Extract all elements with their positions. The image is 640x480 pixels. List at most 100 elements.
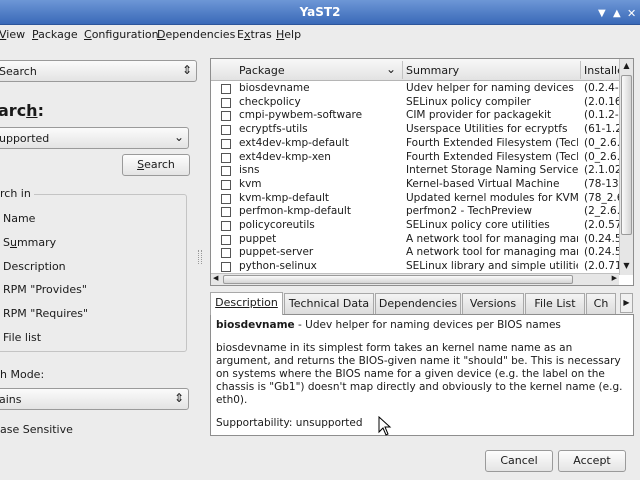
- table-row[interactable]: puppet-server A network tool for managing…: [211, 246, 619, 260]
- scroll-down-icon[interactable]: ▼: [622, 261, 631, 272]
- tabs-scroll-right-icon[interactable]: ▶: [620, 293, 633, 313]
- cell-installed: (0_2.6.2: [584, 150, 619, 163]
- description-headline: - Udev helper for naming devices per BIO…: [294, 319, 561, 331]
- table-horizontal-scrollbar[interactable]: ◀ ▶: [211, 273, 619, 285]
- menu-item[interactable]: Dependencies: [157, 28, 235, 41]
- table-row[interactable]: python-selinux SELinux library and simple…: [211, 260, 619, 274]
- table-row[interactable]: biosdevname Udev helper for naming device…: [211, 82, 619, 96]
- description-package-name: biosdevname: [216, 319, 295, 331]
- table-row[interactable]: perfmon-kmp-default perfmon2 - TechPrevie…: [211, 205, 619, 219]
- install-checkbox[interactable]: [221, 84, 231, 94]
- cell-package: python-selinux: [239, 260, 317, 273]
- install-checkbox[interactable]: [221, 207, 231, 218]
- cell-installed: (2.0.71-: [584, 260, 619, 273]
- cell-summary: SELinux policy compiler: [406, 95, 531, 108]
- maximize-icon[interactable]: ▲: [613, 9, 621, 19]
- table-row[interactable]: isns Internet Storage Naming Service (2.1.…: [211, 164, 619, 178]
- table-row[interactable]: checkpolicy SELinux policy compiler (2.0.1…: [211, 96, 619, 110]
- cell-summary: Udev helper for naming devices p: [406, 82, 578, 94]
- table-row[interactable]: ext4dev-kmp-default Fourth Extended Files…: [211, 137, 619, 151]
- cell-summary: Fourth Extended Filesystem (Tech...: [406, 150, 578, 163]
- description-supportability: Supportability: unsupported: [216, 417, 363, 429]
- scroll-up-icon[interactable]: ▲: [622, 61, 631, 72]
- menu-item[interactable]: Help: [276, 28, 301, 41]
- search-mode-combo[interactable]: ains ⇕: [0, 388, 189, 410]
- table-row[interactable]: policycoreutils SELinux policy core utili…: [211, 219, 619, 233]
- cell-summary: Internet Storage Naming Service: [406, 164, 578, 177]
- table-row[interactable]: kvm Kernel-based Virtual Machine (78-13.8: [211, 178, 619, 192]
- table-row[interactable]: kvm-kmp-default Updated kernel modules fo…: [211, 192, 619, 206]
- support-combo[interactable]: upported ⌄: [0, 127, 189, 149]
- cell-package: isns: [239, 164, 260, 177]
- case-sensitive-label[interactable]: ase Sensitive: [0, 423, 73, 436]
- table-row[interactable]: ecryptfs-utils Userspace Utilities for ec…: [211, 123, 619, 137]
- install-checkbox[interactable]: [221, 179, 231, 190]
- table-row[interactable]: puppet A network tool for managing many .…: [211, 233, 619, 247]
- install-checkbox[interactable]: [221, 262, 231, 273]
- search-in-option[interactable]: File list: [3, 331, 41, 344]
- cell-package: ext4dev-kmp-default: [239, 136, 349, 149]
- cell-summary: Userspace Utilities for ecryptfs: [406, 123, 568, 136]
- tab-ch[interactable]: Ch: [586, 293, 616, 314]
- cancel-button[interactable]: Cancel: [485, 450, 553, 472]
- cell-package: ecryptfs-utils: [239, 123, 308, 136]
- tab-description[interactable]: Description: [210, 292, 283, 315]
- scroll-left-icon[interactable]: ◀: [213, 274, 218, 282]
- scroll-right-icon[interactable]: ▶: [612, 274, 617, 282]
- support-combo-value: upported: [0, 132, 50, 145]
- cell-summary: SELinux policy core utilities: [406, 219, 550, 231]
- filter-combo[interactable]: Search ⇕: [0, 60, 197, 82]
- close-icon[interactable]: ✕: [627, 8, 636, 19]
- tab-versions[interactable]: Versions: [462, 293, 524, 314]
- table-row[interactable]: ext4dev-kmp-xen Fourth Extended Filesyste…: [211, 151, 619, 165]
- search-in-label: rch in: [0, 187, 34, 200]
- search-in-option[interactable]: Description: [3, 260, 66, 273]
- install-checkbox[interactable]: [221, 125, 231, 136]
- tab-technical-data[interactable]: Technical Data: [284, 293, 374, 314]
- search-in-option[interactable]: Summary: [3, 236, 56, 249]
- cell-package: policycoreutils: [239, 219, 315, 231]
- description-body: biosdevname in its simplest form takes a…: [216, 342, 623, 406]
- table-header: Package ⌄ Summary Installe: [211, 59, 624, 81]
- table-vertical-scrollbar[interactable]: ▲ ▼: [619, 59, 633, 275]
- table-row[interactable]: cmpi-pywbem-software CIM provider for pac…: [211, 109, 619, 123]
- tab-dependencies[interactable]: Dependencies: [375, 293, 461, 314]
- search-in-option[interactable]: RPM "Provides": [3, 283, 87, 296]
- install-checkbox[interactable]: [221, 234, 231, 245]
- minimize-icon[interactable]: ▼: [598, 9, 606, 19]
- menu-item[interactable]: View: [0, 28, 25, 41]
- column-header-package[interactable]: Package: [239, 64, 285, 77]
- cell-installed: (0_2.6.2: [584, 136, 619, 149]
- sort-chevron-icon[interactable]: ⌄: [386, 62, 396, 76]
- menu-item[interactable]: Configuration: [84, 28, 159, 41]
- install-checkbox[interactable]: [221, 248, 231, 259]
- cell-package: kvm-kmp-default: [239, 191, 330, 204]
- menu-item[interactable]: Extras: [237, 28, 272, 41]
- search-button[interactable]: Search: [122, 154, 190, 176]
- cell-summary: SELinux library and simple utilities: [406, 260, 578, 273]
- menu-item[interactable]: Package: [32, 28, 78, 41]
- mouse-pointer-icon: [378, 416, 392, 436]
- package-table: Package ⌄ Summary Installe biosdevname Ud…: [210, 58, 634, 286]
- scroll-thumb[interactable]: [621, 75, 632, 235]
- cell-installed: (2.0.16-: [584, 95, 619, 108]
- accept-button[interactable]: Accept: [558, 450, 626, 472]
- search-mode-label: h Mode:: [0, 368, 45, 381]
- tab-file-list[interactable]: File List: [525, 293, 585, 314]
- install-checkbox[interactable]: [221, 221, 231, 231]
- filter-combo-value: Search: [0, 65, 37, 78]
- install-checkbox[interactable]: [221, 193, 231, 204]
- install-checkbox[interactable]: [221, 166, 231, 177]
- column-header-summary[interactable]: Summary: [406, 64, 459, 77]
- install-checkbox[interactable]: [221, 97, 231, 108]
- cell-package: puppet: [239, 232, 277, 245]
- search-in-option[interactable]: RPM "Requires": [3, 307, 88, 320]
- install-checkbox[interactable]: [221, 111, 231, 122]
- install-checkbox[interactable]: [221, 152, 231, 163]
- search-in-option[interactable]: Name: [3, 212, 35, 225]
- cell-package: checkpolicy: [239, 95, 301, 108]
- install-checkbox[interactable]: [221, 138, 231, 149]
- hscroll-thumb[interactable]: [223, 275, 573, 284]
- splitter-handle[interactable]: [198, 250, 202, 264]
- column-header-installed[interactable]: Installe: [584, 64, 624, 77]
